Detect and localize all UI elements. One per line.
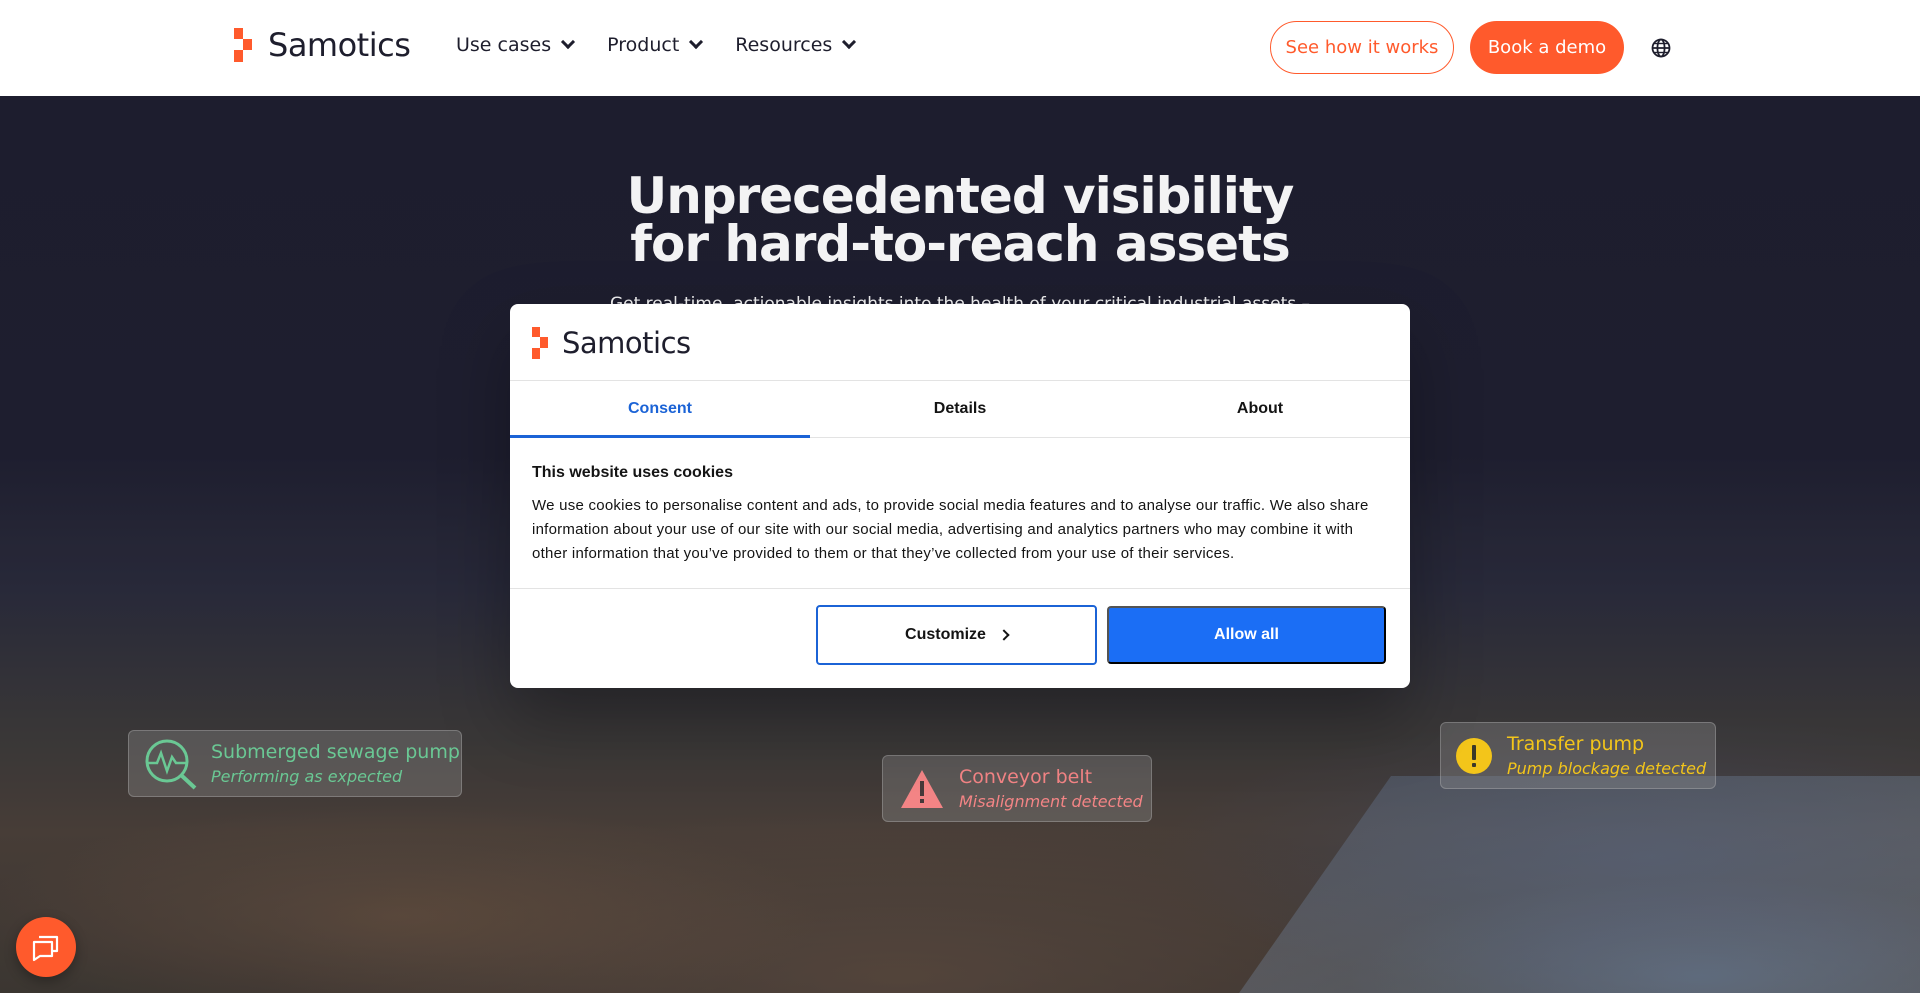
chevron-down-icon	[689, 34, 704, 50]
tab-about[interactable]: About	[1110, 381, 1410, 437]
logo-text: Samotics	[268, 26, 411, 64]
consent-heading: This website uses cookies	[532, 464, 733, 481]
nav-item-resources[interactable]: Resources	[735, 34, 857, 56]
logo-text: Samotics	[562, 326, 691, 360]
tab-consent[interactable]: Consent	[510, 381, 810, 438]
globe-icon[interactable]	[1651, 38, 1671, 58]
samotics-logo[interactable]: Samotics	[234, 26, 411, 64]
consent-body: This website uses cookies We use cookies…	[532, 464, 1388, 566]
allow-all-button[interactable]: Allow all	[1107, 606, 1386, 664]
nav-item-use-cases[interactable]: Use cases	[456, 34, 576, 56]
consent-tabs: Consent Details About	[510, 380, 1410, 438]
chevron-down-icon	[842, 34, 857, 50]
customize-label: Customize	[905, 626, 986, 643]
main-menu: Use cases Product Resources	[456, 34, 888, 56]
consent-footer: Customize Allow all	[510, 588, 1410, 688]
chevron-right-icon	[998, 629, 1010, 641]
see-how-it-works-button[interactable]: See how it works	[1270, 21, 1454, 74]
nav-item-label: Resources	[735, 34, 833, 56]
dialog-logo: Samotics	[532, 326, 691, 360]
chevron-down-icon	[561, 34, 576, 50]
consent-text: We use cookies to personalise content an…	[532, 497, 1369, 562]
cookie-consent-dialog: Samotics Consent Details About This webs…	[510, 304, 1410, 688]
customize-button[interactable]: Customize	[816, 605, 1097, 665]
logo-mark-icon	[234, 28, 260, 62]
nav-item-label: Product	[607, 34, 680, 56]
logo-mark-icon	[532, 327, 554, 359]
chat-icon	[32, 935, 59, 962]
book-a-demo-button[interactable]: Book a demo	[1470, 21, 1624, 74]
tab-details[interactable]: Details	[810, 381, 1110, 437]
top-navigation: Samotics Use cases Product Resources See…	[0, 0, 1920, 96]
nav-item-label: Use cases	[456, 34, 552, 56]
chat-launcher-button[interactable]	[16, 917, 76, 977]
nav-item-product[interactable]: Product	[607, 34, 704, 56]
